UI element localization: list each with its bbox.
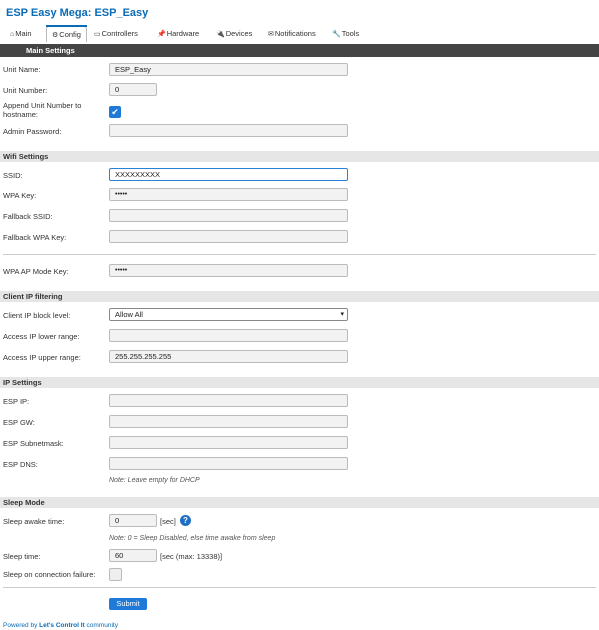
fallback-ssid-label: Fallback SSID: <box>3 212 53 221</box>
help-icon[interactable]: ? <box>180 515 191 526</box>
divider <box>3 254 596 255</box>
page-title: ESP Easy Mega: ESP_Easy <box>6 7 149 19</box>
unit-number-label: Unit Number: <box>3 86 48 95</box>
unit-name-input[interactable]: ESP_Easy <box>109 63 348 76</box>
esp-dns-label: ESP DNS: <box>3 460 38 469</box>
section-ip-settings: IP Settings <box>0 377 599 388</box>
home-icon: ⌂ <box>10 31 15 38</box>
block-level-label: Client IP block level: <box>3 311 71 320</box>
footer-link[interactable]: Let's Control It <box>39 622 85 629</box>
admin-password-label: Admin Password: <box>3 127 62 136</box>
section-main-settings: Main Settings <box>0 44 599 57</box>
sleep-time-label: Sleep time: <box>3 552 41 561</box>
ip-upper-range-input[interactable]: 255.255.255.255 <box>109 350 348 363</box>
unit-number-input[interactable]: 0 <box>109 83 157 96</box>
sleep-awake-input[interactable]: 0 <box>109 514 157 527</box>
tab-bar: ⌂Main ⚙Config ▭Controllers 📌Hardware 🔌De… <box>0 25 599 43</box>
tab-controllers[interactable]: ▭Controllers <box>94 26 138 42</box>
esp-subnetmask-label: ESP Subnetmask: <box>3 439 64 448</box>
esp-dns-input[interactable] <box>109 457 348 470</box>
plug-icon: 🔌 <box>216 31 225 38</box>
sleep-on-failure-label: Sleep on connection failure: <box>3 570 96 579</box>
wpa-key-label: WPA Key: <box>3 191 37 200</box>
tab-config[interactable]: ⚙Config <box>46 25 87 42</box>
fallback-ssid-input[interactable] <box>109 209 348 222</box>
dhcp-note: Note: Leave empty for DHCP <box>109 477 200 484</box>
ip-upper-range-label: Access IP upper range: <box>3 353 81 362</box>
sleep-note: Note: 0 = Sleep Disabled, else time awak… <box>109 535 276 542</box>
fallback-wpa-key-input[interactable] <box>109 230 348 243</box>
esp-subnetmask-input[interactable] <box>109 436 348 449</box>
sleep-time-unit: [sec (max: 13338)] <box>160 552 223 561</box>
append-unit-checkbox[interactable]: ✔ <box>109 106 121 118</box>
ip-lower-range-label: Access IP lower range: <box>3 332 80 341</box>
ip-lower-range-input[interactable] <box>109 329 348 342</box>
fallback-wpa-key-label: Fallback WPA Key: <box>3 233 67 242</box>
section-sleep-mode: Sleep Mode <box>0 497 599 508</box>
sleep-on-failure-checkbox[interactable] <box>109 568 122 581</box>
sleep-time-input[interactable]: 60 <box>109 549 157 562</box>
tab-main[interactable]: ⌂Main <box>10 26 32 42</box>
footer: Powered by Let's Control It community <box>3 622 118 629</box>
section-client-ip-filtering: Client IP filtering <box>0 291 599 302</box>
ap-mode-key-label: WPA AP Mode Key: <box>3 267 69 276</box>
block-level-select[interactable]: Allow All <box>109 308 348 321</box>
sleep-awake-unit: [sec] <box>160 517 176 526</box>
tab-hardware[interactable]: 📌Hardware <box>157 26 199 42</box>
esp-ip-label: ESP IP: <box>3 397 30 406</box>
append-unit-label: Append Unit Number to hostname: <box>3 101 82 119</box>
tab-devices[interactable]: 🔌Devices <box>216 26 252 42</box>
esp-gw-label: ESP GW: <box>3 418 35 427</box>
unit-name-label: Unit Name: <box>3 65 41 74</box>
ssid-input[interactable]: XXXXXXXXX <box>109 168 348 181</box>
esp-ip-input[interactable] <box>109 394 348 407</box>
submit-button[interactable]: Submit <box>109 598 147 610</box>
gear-icon: ⚙ <box>52 32 59 39</box>
admin-password-input[interactable] <box>109 124 348 137</box>
tab-notifications[interactable]: ✉Notifications <box>268 26 316 42</box>
wpa-key-input[interactable]: ••••• <box>109 188 348 201</box>
pin-icon: 📌 <box>157 31 166 38</box>
esp-gw-input[interactable] <box>109 415 348 428</box>
ssid-label: SSID: <box>3 171 23 180</box>
ap-mode-key-input[interactable]: ••••• <box>109 264 348 277</box>
wrench-icon: 🔧 <box>332 31 341 38</box>
section-wifi-settings: Wifi Settings <box>0 151 599 162</box>
controller-icon: ▭ <box>94 31 101 38</box>
envelope-icon: ✉ <box>268 31 274 38</box>
divider <box>3 587 596 588</box>
tab-tools[interactable]: 🔧Tools <box>332 26 359 42</box>
sleep-awake-label: Sleep awake time: <box>3 517 65 526</box>
